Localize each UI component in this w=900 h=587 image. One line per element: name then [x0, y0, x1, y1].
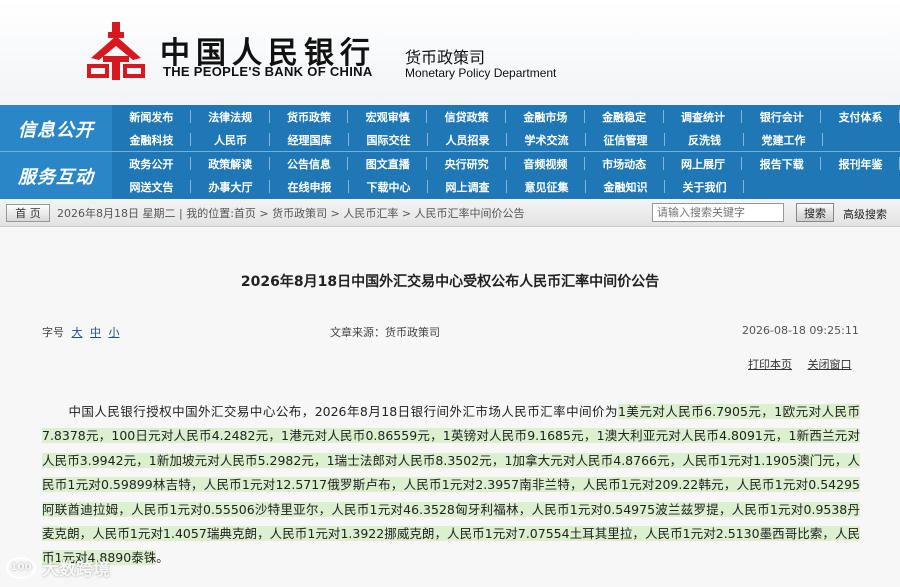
font-size-control: 字号 大 中 小 [42, 324, 124, 340]
advanced-search-link[interactable]: 高级搜索 [843, 206, 887, 222]
article-tools: 打印本页 关闭窗口 [748, 356, 864, 372]
nav-item[interactable]: 货币政策 [270, 105, 349, 128]
nav-item[interactable]: 银行会计 [742, 105, 821, 128]
font-size-small-link[interactable]: 小 [109, 326, 120, 339]
nav-item[interactable]: 人员招录 [428, 128, 507, 151]
breadcrumb: 2026年8月18日 星期二 | 我的位置:首页 > 货币政策司 > 人民币汇率… [57, 205, 525, 221]
close-window-link[interactable]: 关闭窗口 [808, 358, 852, 371]
nav-item[interactable]: 政策解读 [191, 152, 270, 175]
nav-line: 政务公开 政策解读 公告信息 图文直播 央行研究 音频视频 市场动态 网上展厅 … [112, 152, 900, 175]
body-rates-highlighted: 1美元对人民币6.7905元，1欧元对人民币7.8378元，100日元对人民币4… [42, 404, 860, 566]
nav-item[interactable]: 人民币 [191, 128, 270, 151]
header-banner: 中国人民银行 THE PEOPLE'S BANK OF CHINA 货币政策司 … [0, 0, 900, 105]
nav-item[interactable]: 公告信息 [270, 152, 349, 175]
nav-item[interactable]: 党建工作 [744, 128, 823, 151]
nav-line: 金融科技 人民币 经理国库 国际交往 人员招录 学术交流 征信管理 反洗钱 党建… [112, 128, 900, 151]
nav-item[interactable]: 新闻发布 [112, 105, 191, 128]
nav-item[interactable]: 支付体系 [821, 105, 900, 128]
font-size-label: 字号 [42, 326, 64, 339]
nav-item[interactable]: 网上调查 [428, 175, 507, 198]
pboc-logo-icon [87, 22, 145, 80]
nav-item[interactable]: 报刊年鉴 [821, 152, 900, 175]
nav-item[interactable]: 反洗钱 [665, 128, 744, 151]
article-source: 文章来源：货币政策司 [330, 326, 440, 339]
nav-item[interactable]: 征信管理 [586, 128, 665, 151]
breadcrumb-bar: 首 页 2026年8月18日 星期二 | 我的位置:首页 > 货币政策司 > 人… [0, 199, 900, 227]
nav-item[interactable]: 市场动态 [585, 152, 664, 175]
nav-item[interactable]: 金融稳定 [585, 105, 664, 128]
nav-item[interactable]: 网送文告 [112, 175, 191, 198]
article-title: 2026年8月18日中国外汇交易中心受权公布人民币汇率中间价公告 [240, 274, 660, 290]
nav-item[interactable]: 关于我们 [665, 175, 744, 198]
current-date: 2026年8月18日 星期二 [57, 207, 176, 220]
nav-grid: 政务公开 政策解读 公告信息 图文直播 央行研究 音频视频 市场动态 网上展厅 … [112, 152, 900, 199]
nav-item[interactable]: 网上展厅 [664, 152, 743, 175]
nav-item[interactable]: 办事大厅 [191, 175, 270, 198]
nav-item[interactable]: 在线申报 [270, 175, 349, 198]
department-name-en: Monetary Policy Department [405, 66, 557, 80]
home-button[interactable]: 首 页 [6, 204, 50, 222]
nav-item[interactable]: 金融市场 [506, 105, 585, 128]
nav-item[interactable]: 国际交往 [349, 128, 428, 151]
nav-item[interactable]: 意见征集 [507, 175, 586, 198]
nav-section-service: 服务互动 政务公开 政策解读 公告信息 图文直播 央行研究 音频视频 市场动态 … [0, 152, 900, 199]
breadcrumb-path[interactable]: 我的位置:首页 > 货币政策司 > 人民币汇率 > 人民币汇率中间价公告 [186, 207, 524, 220]
nav-grid: 新闻发布 法律法规 货币政策 宏观审慎 信贷政策 金融市场 金融稳定 调查统计 … [112, 105, 900, 152]
body-end: 。 [156, 550, 169, 566]
nav-item[interactable]: 宏观审慎 [348, 105, 427, 128]
nav-item[interactable]: 信贷政策 [427, 105, 506, 128]
watermark-logo-icon: 100 [6, 556, 36, 579]
watermark: 100 大数跨境 [6, 555, 110, 580]
nav-line: 网送文告 办事大厅 在线申报 下载中心 网上调查 意见征集 金融知识 关于我们 [112, 175, 900, 198]
nav-item[interactable]: 音频视频 [506, 152, 585, 175]
font-size-large-link[interactable]: 大 [72, 326, 83, 339]
nav-item[interactable]: 金融知识 [586, 175, 665, 198]
nav-item[interactable]: 央行研究 [427, 152, 506, 175]
nav-section-title: 信息公开 [0, 105, 112, 152]
nav-item[interactable]: 政务公开 [112, 152, 191, 175]
nav-item[interactable]: 下载中心 [349, 175, 428, 198]
article-body: 中国人民银行授权中国外汇交易中心公布，2026年8月18日银行间外汇市场人民币汇… [42, 400, 860, 571]
article-datetime: 2026-08-18 09:25:11 [742, 324, 859, 337]
nav-item[interactable]: 经理国库 [270, 128, 349, 151]
search-button[interactable]: 搜索 [796, 203, 834, 222]
nav-item[interactable]: 报告下载 [742, 152, 821, 175]
nav-item[interactable]: 金融科技 [112, 128, 191, 151]
main-navigation: 信息公开 新闻发布 法律法规 货币政策 宏观审慎 信贷政策 金融市场 金融稳定 … [0, 105, 900, 199]
nav-section-title: 服务互动 [0, 152, 112, 199]
nav-section-info: 信息公开 新闻发布 法律法规 货币政策 宏观审慎 信贷政策 金融市场 金融稳定 … [0, 105, 900, 152]
watermark-text: 大数跨境 [42, 560, 110, 580]
search-input[interactable] [652, 203, 784, 222]
body-intro: 中国人民银行授权中国外汇交易中心公布，2026年8月18日银行间外汇市场人民币汇… [68, 404, 618, 419]
article: 2026年8月18日中国外汇交易中心受权公布人民币汇率中间价公告 字号 大 中 … [0, 228, 900, 587]
nav-item[interactable]: 学术交流 [507, 128, 586, 151]
print-page-link[interactable]: 打印本页 [748, 358, 792, 371]
nav-item[interactable]: 调查统计 [664, 105, 743, 128]
nav-item[interactable]: 法律法规 [191, 105, 270, 128]
nav-item[interactable]: 图文直播 [348, 152, 427, 175]
department-name-cn: 货币政策司 [405, 48, 486, 67]
nav-line: 新闻发布 法律法规 货币政策 宏观审慎 信贷政策 金融市场 金融稳定 调查统计 … [112, 105, 900, 128]
bank-name-en: THE PEOPLE'S BANK OF CHINA [163, 64, 373, 79]
font-size-medium-link[interactable]: 中 [90, 326, 101, 339]
